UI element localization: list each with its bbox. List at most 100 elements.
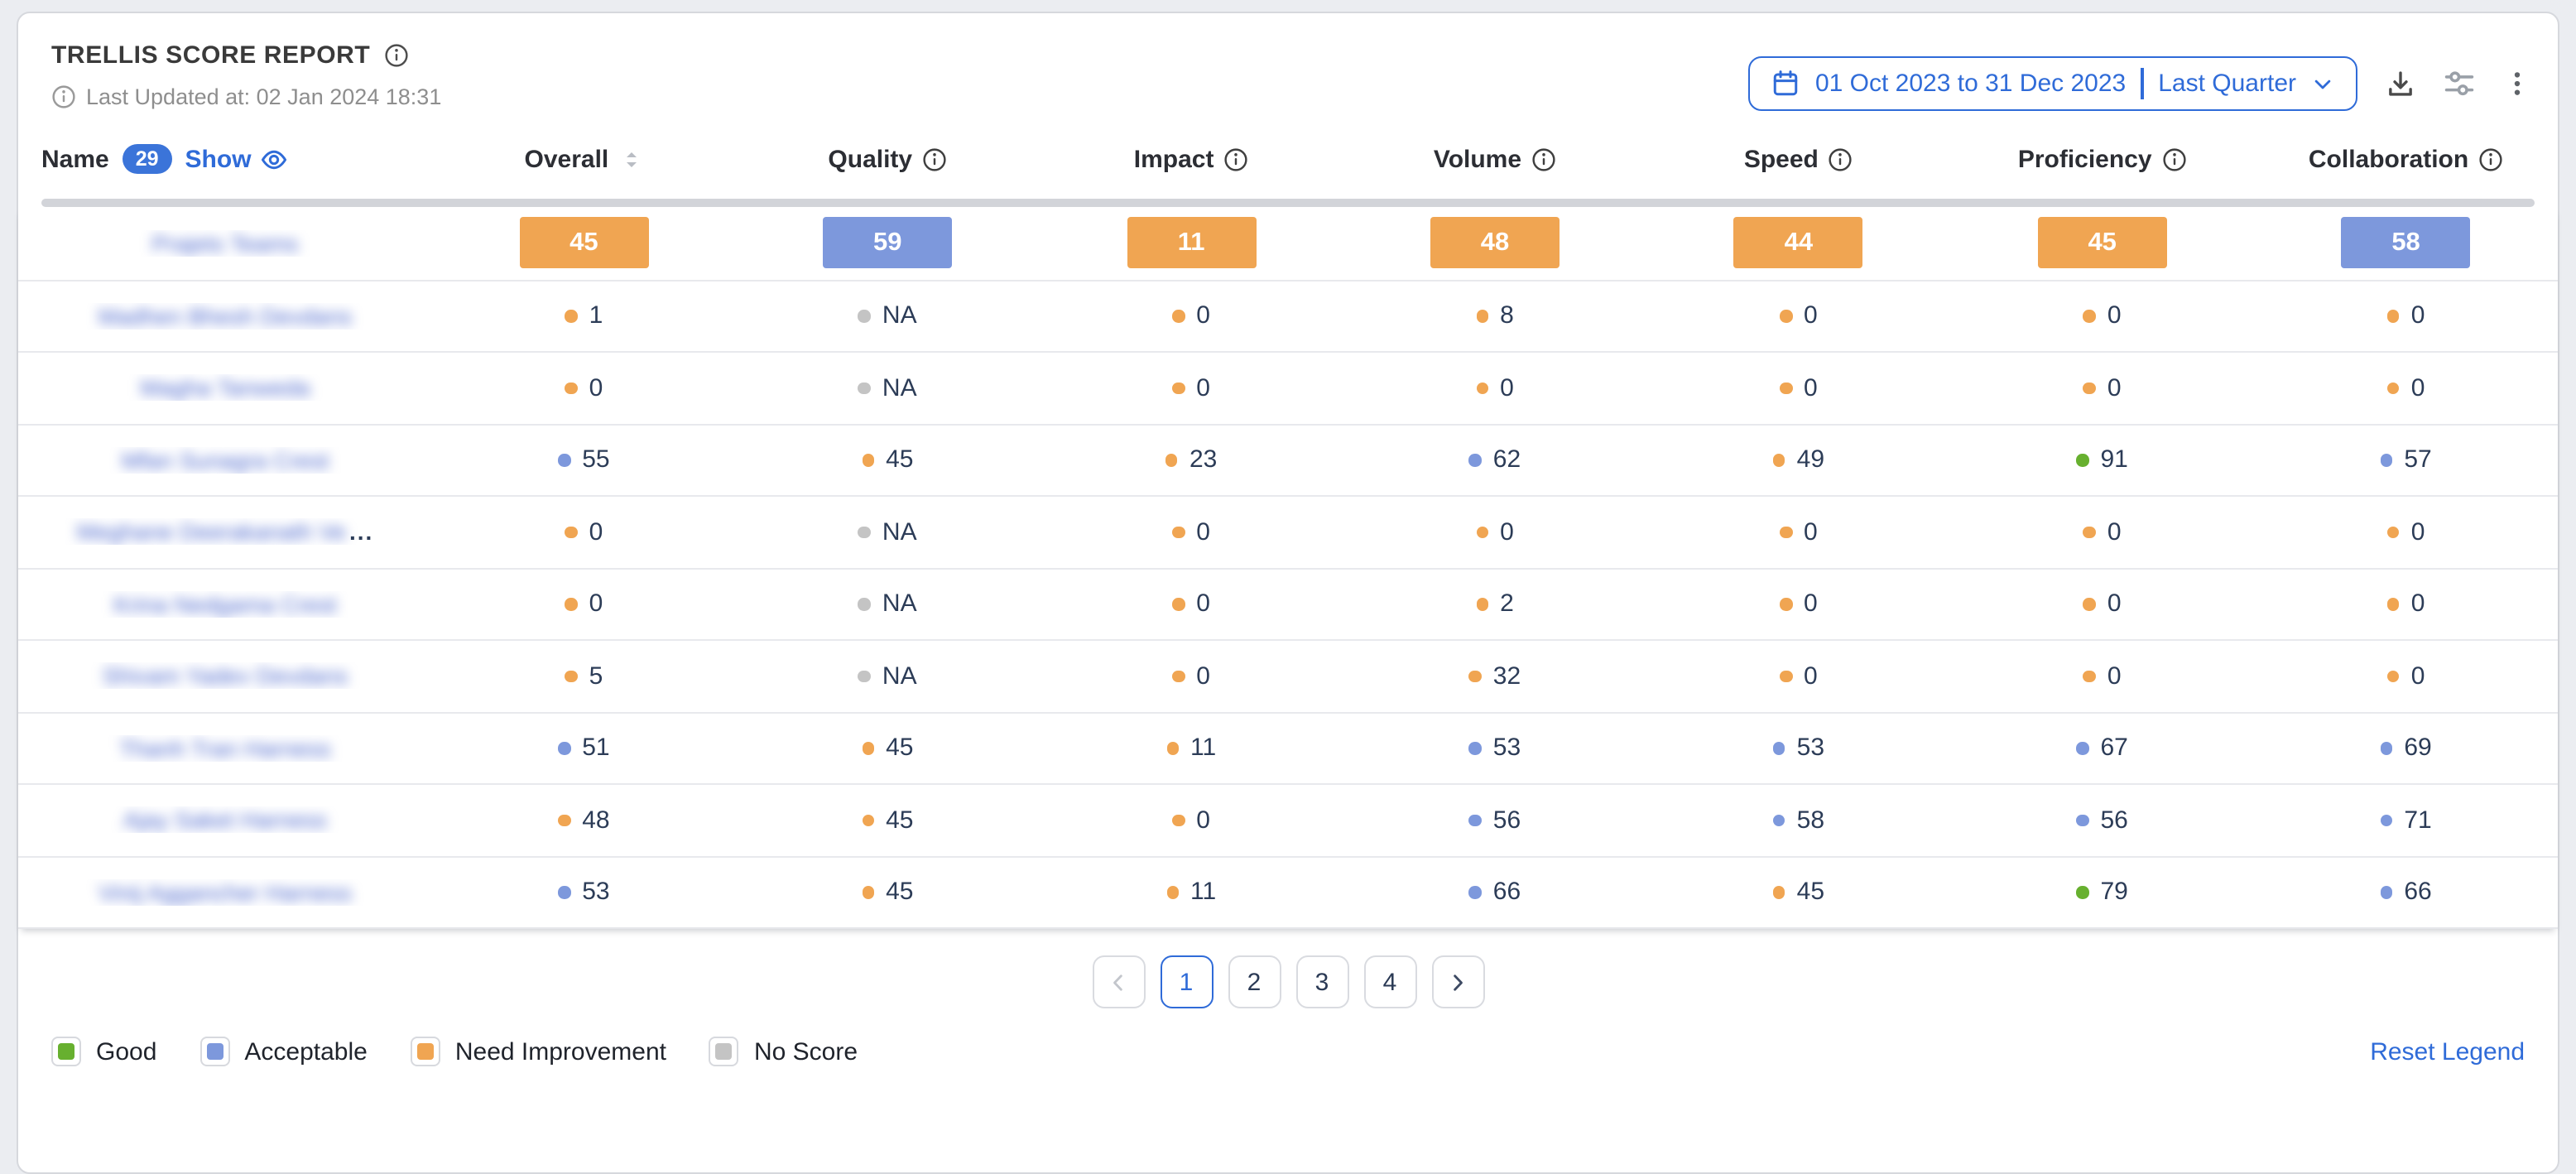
reset-legend-link[interactable]: Reset Legend bbox=[2370, 1037, 2525, 1066]
column-info-icon[interactable] bbox=[2162, 147, 2187, 171]
member-name-link[interactable]: Krina Nedgama Crest bbox=[113, 591, 336, 618]
score-status-dot bbox=[1476, 310, 1488, 322]
column-info-icon[interactable] bbox=[2478, 147, 2503, 171]
member-name-link[interactable]: Vinij Aggancher Harness bbox=[99, 879, 352, 906]
score-cell: 0 bbox=[1646, 302, 1950, 330]
page-button-2[interactable]: 2 bbox=[1228, 955, 1281, 1008]
score-value: 53 bbox=[1797, 734, 1824, 763]
score-cell: 0 bbox=[2254, 662, 2558, 690]
member-name-link[interactable]: Madhen Bhesh Devdans bbox=[99, 303, 353, 330]
score-cell: 2 bbox=[1343, 590, 1647, 618]
table-row: Prajets Teams 45 59 11 48 44 45 58 bbox=[18, 207, 2558, 279]
chevron-left-icon bbox=[1106, 970, 1131, 994]
score-value: 11 bbox=[1190, 878, 1216, 907]
sort-icon[interactable] bbox=[618, 147, 643, 171]
score-value: 23 bbox=[1189, 446, 1217, 474]
member-name-cell: Vinij Aggancher Harness bbox=[18, 879, 432, 906]
score-badge[interactable]: 45 bbox=[2038, 218, 2167, 269]
score-cell: 0 bbox=[2254, 374, 2558, 402]
score-badge[interactable]: 45 bbox=[519, 218, 648, 269]
score-value: NA bbox=[882, 518, 917, 546]
score-status-dot bbox=[2077, 886, 2089, 898]
score-status-dot bbox=[565, 670, 578, 682]
previous-page-button[interactable] bbox=[1092, 955, 1145, 1008]
score-value: 66 bbox=[1493, 878, 1521, 907]
score-cell: 0 bbox=[432, 374, 736, 402]
score-cell: 49 bbox=[1646, 446, 1950, 474]
column-header-proficiency: Proficiency bbox=[1950, 145, 2254, 173]
date-range-picker[interactable]: 01 Oct 2023 to 31 Dec 2023 Last Quarter bbox=[1749, 56, 2357, 111]
member-name-link[interactable]: Ajay Saket Harness bbox=[123, 807, 327, 834]
date-preset-text: Last Quarter bbox=[2158, 70, 2296, 98]
page-button-4[interactable]: 4 bbox=[1363, 955, 1416, 1008]
column-info-icon[interactable] bbox=[1223, 147, 1248, 171]
score-value: 0 bbox=[1804, 374, 1818, 402]
score-badge[interactable]: 11 bbox=[1127, 218, 1256, 269]
member-name-link[interactable]: Magha Tanweda bbox=[141, 375, 310, 402]
member-name-link[interactable]: Mfan Sunagra Crest bbox=[122, 447, 329, 474]
title-info-icon[interactable] bbox=[383, 43, 408, 68]
member-name-cell: Krina Nedgama Crest bbox=[18, 591, 432, 618]
score-status-dot bbox=[558, 886, 570, 898]
score-value: 0 bbox=[2107, 662, 2122, 690]
legend-item-no_score[interactable]: No Score bbox=[709, 1037, 858, 1066]
score-value: 0 bbox=[2107, 590, 2122, 618]
member-name-link[interactable]: Shivam Yadev Devdans bbox=[103, 663, 348, 690]
page-button-3[interactable]: 3 bbox=[1295, 955, 1348, 1008]
score-badge[interactable]: 58 bbox=[2342, 218, 2471, 269]
score-value: 0 bbox=[1196, 662, 1210, 690]
score-cell: 45 bbox=[1646, 878, 1950, 907]
score-value: 0 bbox=[589, 518, 603, 546]
legend-item-need_improvement[interactable]: Need Improvement bbox=[411, 1037, 666, 1066]
score-cell: 44 bbox=[1646, 218, 1950, 269]
column-header-collaboration: Collaboration bbox=[2254, 145, 2558, 173]
table-row: Madhen Bhesh Devdans1NA08000 bbox=[18, 279, 2558, 351]
score-cell: 71 bbox=[2254, 806, 2558, 835]
score-status-dot bbox=[1773, 742, 1785, 754]
column-info-icon[interactable] bbox=[922, 147, 947, 171]
score-value: 45 bbox=[886, 806, 913, 835]
score-value: 48 bbox=[582, 806, 609, 835]
download-button[interactable] bbox=[2386, 69, 2415, 99]
name-header-label: Name bbox=[41, 145, 109, 173]
score-status-dot bbox=[1166, 886, 1179, 898]
horizontal-scrollbar[interactable] bbox=[41, 199, 2535, 207]
column-header-label: Overall bbox=[525, 145, 609, 173]
chevron-right-icon bbox=[1445, 970, 1470, 994]
member-name-link[interactable]: Prajets Teams bbox=[152, 230, 299, 257]
column-header-overall[interactable]: Overall bbox=[432, 145, 736, 173]
chevron-down-icon bbox=[2311, 72, 2334, 95]
legend-row: Good Acceptable Need Improvement No Score R… bbox=[51, 1037, 2525, 1066]
score-value: 1 bbox=[589, 302, 603, 330]
score-status-dot bbox=[1172, 814, 1185, 826]
score-status-dot bbox=[1165, 454, 1178, 466]
show-names-button[interactable]: Show bbox=[185, 145, 288, 173]
score-status-dot bbox=[1780, 598, 1792, 610]
kebab-menu-button[interactable] bbox=[2503, 70, 2531, 98]
score-value: 0 bbox=[1500, 518, 1514, 546]
filter-settings-button[interactable] bbox=[2444, 68, 2475, 99]
score-status-dot bbox=[2083, 670, 2096, 682]
score-badge[interactable]: 59 bbox=[823, 218, 952, 269]
name-truncation-ellipsis: ... bbox=[349, 519, 373, 546]
member-name-cell: Magha Tanweda bbox=[18, 375, 432, 402]
score-status-dot bbox=[1172, 670, 1185, 682]
score-badge[interactable]: 48 bbox=[1430, 218, 1560, 269]
score-cell: 0 bbox=[1950, 590, 2254, 618]
column-info-icon[interactable] bbox=[1829, 147, 1853, 171]
score-cell: 5 bbox=[432, 662, 736, 690]
column-info-icon[interactable] bbox=[1531, 147, 1556, 171]
next-page-button[interactable] bbox=[1431, 955, 1484, 1008]
page-button-1[interactable]: 1 bbox=[1160, 955, 1213, 1008]
member-name-link[interactable]: Meghane Deerakanath Ve bbox=[77, 519, 346, 546]
score-status-dot bbox=[2387, 310, 2400, 322]
score-badge[interactable]: 44 bbox=[1734, 218, 1863, 269]
legend-item-acceptable[interactable]: Acceptable bbox=[199, 1037, 367, 1066]
member-name-link[interactable]: Thanh Tran Harness bbox=[119, 735, 330, 762]
score-cell: 53 bbox=[1646, 734, 1950, 763]
member-name-cell: Prajets Teams bbox=[18, 230, 432, 257]
score-value: 0 bbox=[1804, 590, 1818, 618]
score-value: 45 bbox=[886, 446, 913, 474]
score-cell: 11 bbox=[1040, 734, 1343, 763]
legend-item-good[interactable]: Good bbox=[51, 1037, 156, 1066]
